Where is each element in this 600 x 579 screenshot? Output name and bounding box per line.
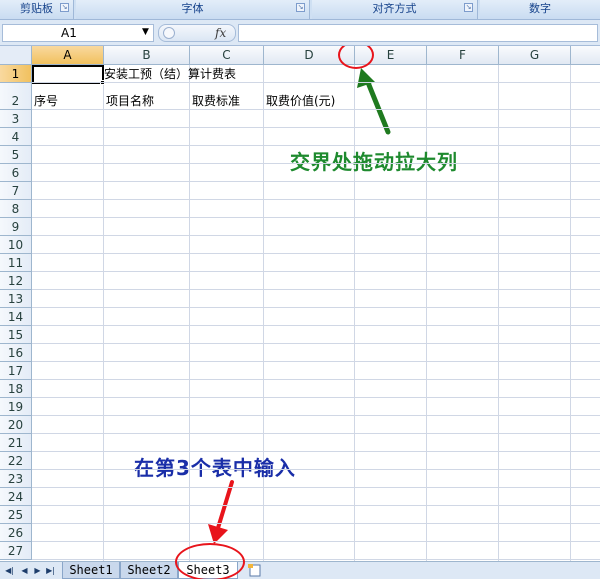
column-header-c[interactable]: C (190, 46, 264, 65)
gridline (32, 415, 600, 416)
ribbon-group-bar: 剪贴板 ↘ 字体 ↘ 对齐方式 ↘ 数字 (0, 0, 600, 20)
row-header-8[interactable]: 8 (0, 200, 32, 218)
row-header-27[interactable]: 27 (0, 542, 32, 560)
sheet3-highlight-circle (175, 543, 245, 579)
formula-tools: fx (158, 24, 236, 42)
row-header-10[interactable]: 10 (0, 236, 32, 254)
red-arrow-icon (208, 480, 234, 544)
gridline (32, 487, 600, 488)
ribbon-group-alignment[interactable]: 对齐方式 ↘ (312, 0, 478, 19)
gridline (32, 127, 600, 128)
gridline (32, 109, 600, 110)
ribbon-group-label: 对齐方式 (372, 2, 417, 15)
worksheet-grid[interactable]: A B C D E F G 1 2 3 4 5 6 7 8 9 10 11 12 13 14 15 16 17 1… (0, 46, 600, 561)
row-header-18[interactable]: 18 (0, 380, 32, 398)
first-sheet-icon[interactable]: ◀| (4, 564, 15, 577)
gridline (32, 343, 600, 344)
gridline (32, 145, 600, 146)
select-all-button[interactable] (0, 46, 32, 65)
row-header-21[interactable]: 21 (0, 434, 32, 452)
row-header-2[interactable]: 2 (0, 83, 32, 110)
gridline (32, 433, 600, 434)
ribbon-group-label: 字体 (181, 2, 204, 15)
row-header-4[interactable]: 4 (0, 128, 32, 146)
row-header-14[interactable]: 14 (0, 308, 32, 326)
gridline (32, 523, 600, 524)
column-header-b[interactable]: B (104, 46, 190, 65)
formula-input[interactable] (238, 24, 598, 42)
gridline (32, 82, 600, 83)
insert-sheet-icon[interactable] (248, 564, 262, 577)
gridline (32, 379, 600, 380)
row-header-20[interactable]: 20 (0, 416, 32, 434)
row-header-23[interactable]: 23 (0, 470, 32, 488)
gridline (32, 397, 600, 398)
dialog-launcher-icon[interactable]: ↘ (464, 3, 473, 12)
sheet-tab-bar: ◀| ◀ ▶ ▶| Sheet1 Sheet2 Sheet3 (0, 561, 600, 579)
gridline (32, 289, 600, 290)
row-header-5[interactable]: 5 (0, 146, 32, 164)
sheet-tab-1[interactable]: Sheet1 (62, 562, 120, 579)
sheet-tab-2[interactable]: Sheet2 (120, 562, 178, 579)
gridline (32, 307, 600, 308)
drag-hint-text: 交界处拖动拉大列 (290, 150, 458, 174)
row-header-24[interactable]: 24 (0, 488, 32, 506)
row-header-17[interactable]: 17 (0, 362, 32, 380)
gridline (32, 559, 600, 560)
next-sheet-icon[interactable]: ▶ (32, 564, 43, 577)
row-header-1[interactable]: 1 (0, 65, 32, 83)
gridline (32, 541, 600, 542)
cell-d2[interactable]: 取费价值(元) (266, 93, 335, 109)
gridline (32, 253, 600, 254)
ribbon-group-label: 剪贴板 (20, 2, 53, 15)
ribbon-group-clipboard[interactable]: 剪贴板 ↘ (0, 0, 74, 19)
dialog-launcher-icon[interactable]: ↘ (60, 3, 69, 12)
dialog-launcher-icon[interactable]: ↘ (296, 3, 305, 12)
row-header-3[interactable]: 3 (0, 110, 32, 128)
gridline (32, 469, 600, 470)
gridline (32, 235, 600, 236)
row-header-26[interactable]: 26 (0, 524, 32, 542)
name-box[interactable]: A1 (2, 24, 154, 42)
cell-b2[interactable]: 项目名称 (106, 93, 154, 109)
sheet-hint-text: 在第3个表中输入 (134, 456, 296, 480)
row-header-13[interactable]: 13 (0, 290, 32, 308)
formula-bar: A1 ▼ fx (0, 20, 600, 46)
row-header-25[interactable]: 25 (0, 506, 32, 524)
gridline (32, 217, 600, 218)
row-header-19[interactable]: 19 (0, 398, 32, 416)
green-arrow-icon (357, 68, 391, 135)
gridline (32, 325, 600, 326)
gridline (32, 505, 600, 506)
gridline (32, 163, 600, 164)
gridline (32, 199, 600, 200)
expand-handle-icon[interactable] (163, 27, 175, 39)
ribbon-group-number[interactable]: 数字 (480, 0, 600, 19)
row-header-22[interactable]: 22 (0, 452, 32, 470)
gridline (32, 361, 600, 362)
row-header-7[interactable]: 7 (0, 182, 32, 200)
cell-a2[interactable]: 序号 (34, 93, 58, 109)
chevron-down-icon[interactable]: ▼ (142, 27, 149, 37)
cell-b1[interactable]: 安装工预（结）算计费表 (104, 66, 236, 82)
row-header-16[interactable]: 16 (0, 344, 32, 362)
column-header-h[interactable] (571, 46, 600, 65)
gridline (32, 181, 600, 182)
cell-c2[interactable]: 取费标准 (192, 93, 240, 109)
column-header-f[interactable]: F (427, 46, 499, 65)
gridline (32, 271, 600, 272)
row-header-11[interactable]: 11 (0, 254, 32, 272)
last-sheet-icon[interactable]: ▶| (45, 564, 56, 577)
insert-function-button[interactable]: fx (215, 26, 226, 40)
prev-sheet-icon[interactable]: ◀ (19, 564, 30, 577)
column-header-a[interactable]: A (32, 46, 104, 65)
gridline (32, 451, 600, 452)
row-header-15[interactable]: 15 (0, 326, 32, 344)
row-header-12[interactable]: 12 (0, 272, 32, 290)
ribbon-group-label: 数字 (529, 2, 551, 15)
row-header-6[interactable]: 6 (0, 164, 32, 182)
row-header-9[interactable]: 9 (0, 218, 32, 236)
column-header-g[interactable]: G (499, 46, 571, 65)
ribbon-group-font[interactable]: 字体 ↘ (76, 0, 310, 19)
